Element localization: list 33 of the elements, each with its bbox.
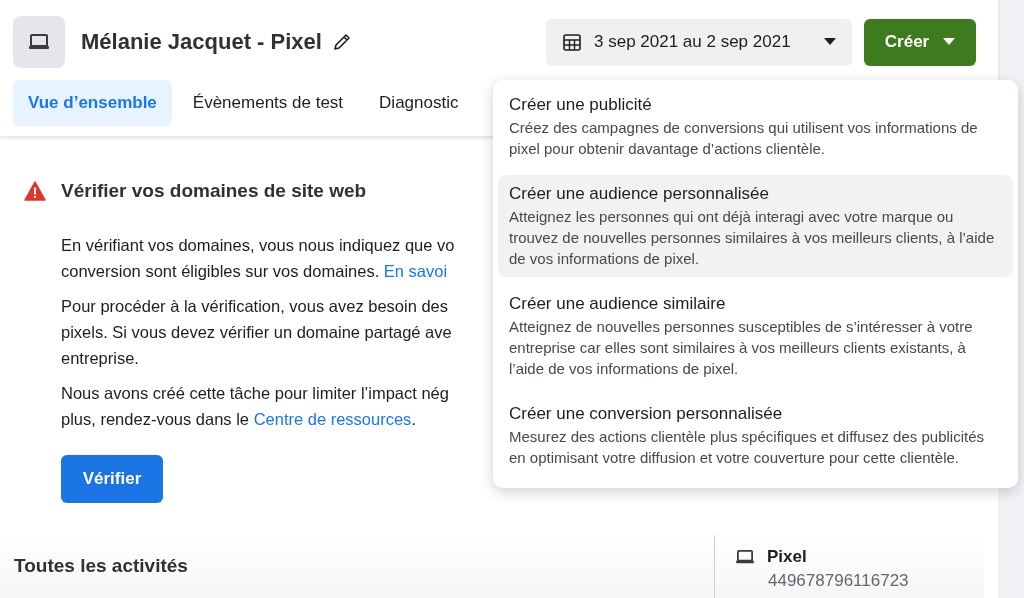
warning-icon xyxy=(24,181,46,201)
verify-button[interactable]: Vérifier xyxy=(61,455,163,503)
menu-item-title: Créer une audience similaire xyxy=(509,293,727,315)
caret-icon xyxy=(943,38,956,46)
link[interactable]: Centre de ressources xyxy=(253,410,412,428)
tab[interactable]: Diagnostic xyxy=(364,80,474,126)
alert-title: Vérifier vos domaines de site web xyxy=(61,180,367,202)
menu-item[interactable]: Créer une publicité Créez des campagnes de conversions qui utilisent vos informations de pixel pour obtenir davantage d’actions clientèle. xyxy=(498,86,1013,167)
menu-item-description: Atteignez de nouvelles personnes susceptibles de s’intéresser à votre entreprise car elles sont similaires à vos meilleurs clients existants, à l’aide de vos informations de pixel. xyxy=(509,317,974,379)
laptop-icon xyxy=(735,549,755,565)
menu-item-title: Créer une publicité xyxy=(509,94,653,116)
menu-item-description: Créez des campagnes de conversions qui utilisent vos informations de pixel pour obtenir davantage d’actions clientèle. xyxy=(509,118,979,159)
calendar-icon xyxy=(562,32,582,52)
pixel-name: Pixel xyxy=(767,547,807,567)
pixel-id: 449678796116723 xyxy=(768,571,909,591)
paragraph: En vérifiant vos domaines, vous nous indiquez que vo conversion sont éligibles sur vos domaines. En savoi xyxy=(61,235,455,282)
menu-item-title: Créer une conversion personnalisée xyxy=(509,403,784,425)
create-button[interactable]: Créer xyxy=(864,18,976,66)
caret-icon xyxy=(824,38,836,46)
menu-item-title: Créer une audience personnalisée xyxy=(509,183,770,205)
paragraph: Pour procéder à la vérification, vous avez besoin des pixels. Si vous devez vérifier un domaine partagé ave entreprise. xyxy=(61,296,452,369)
tab[interactable]: Vue d’ensemble xyxy=(13,80,172,126)
section-title: Toutes les activités xyxy=(14,555,189,578)
menu-item[interactable]: Créer une conversion personnalisée Mesurez des actions clientèle plus spécifiques et diffusez des publicités en optimisant votre diffusion et votre couverture pour cette clientèle. xyxy=(498,395,1013,476)
menu-item-description: Mesurez des actions clientèle plus spécifiques et diffusez des publicités en optimisant votre diffusion et votre couverture pour cette clientèle. xyxy=(509,427,985,468)
laptop-icon xyxy=(28,33,50,51)
tab[interactable]: Évènements de test xyxy=(177,80,359,126)
page-title: Mélanie Jacquet - Pixel xyxy=(81,29,322,55)
link[interactable]: En savoi xyxy=(383,262,448,280)
paragraph: Nous avons créé cette tâche pour limiter l’impact nég plus, rendez-vous dans le Centre de ressources. xyxy=(61,383,449,430)
pencil-icon[interactable] xyxy=(331,32,352,52)
menu-item-description: Atteignez les personnes qui ont déjà interagi avec votre marque ou trouvez de nouvelles personnes similaires à vos meilleurs clients, à l’aide de vos informations de pixel. xyxy=(509,207,996,269)
date-range-picker[interactable]: 3 sep 2021 au 2 sep 2021 xyxy=(546,18,852,66)
